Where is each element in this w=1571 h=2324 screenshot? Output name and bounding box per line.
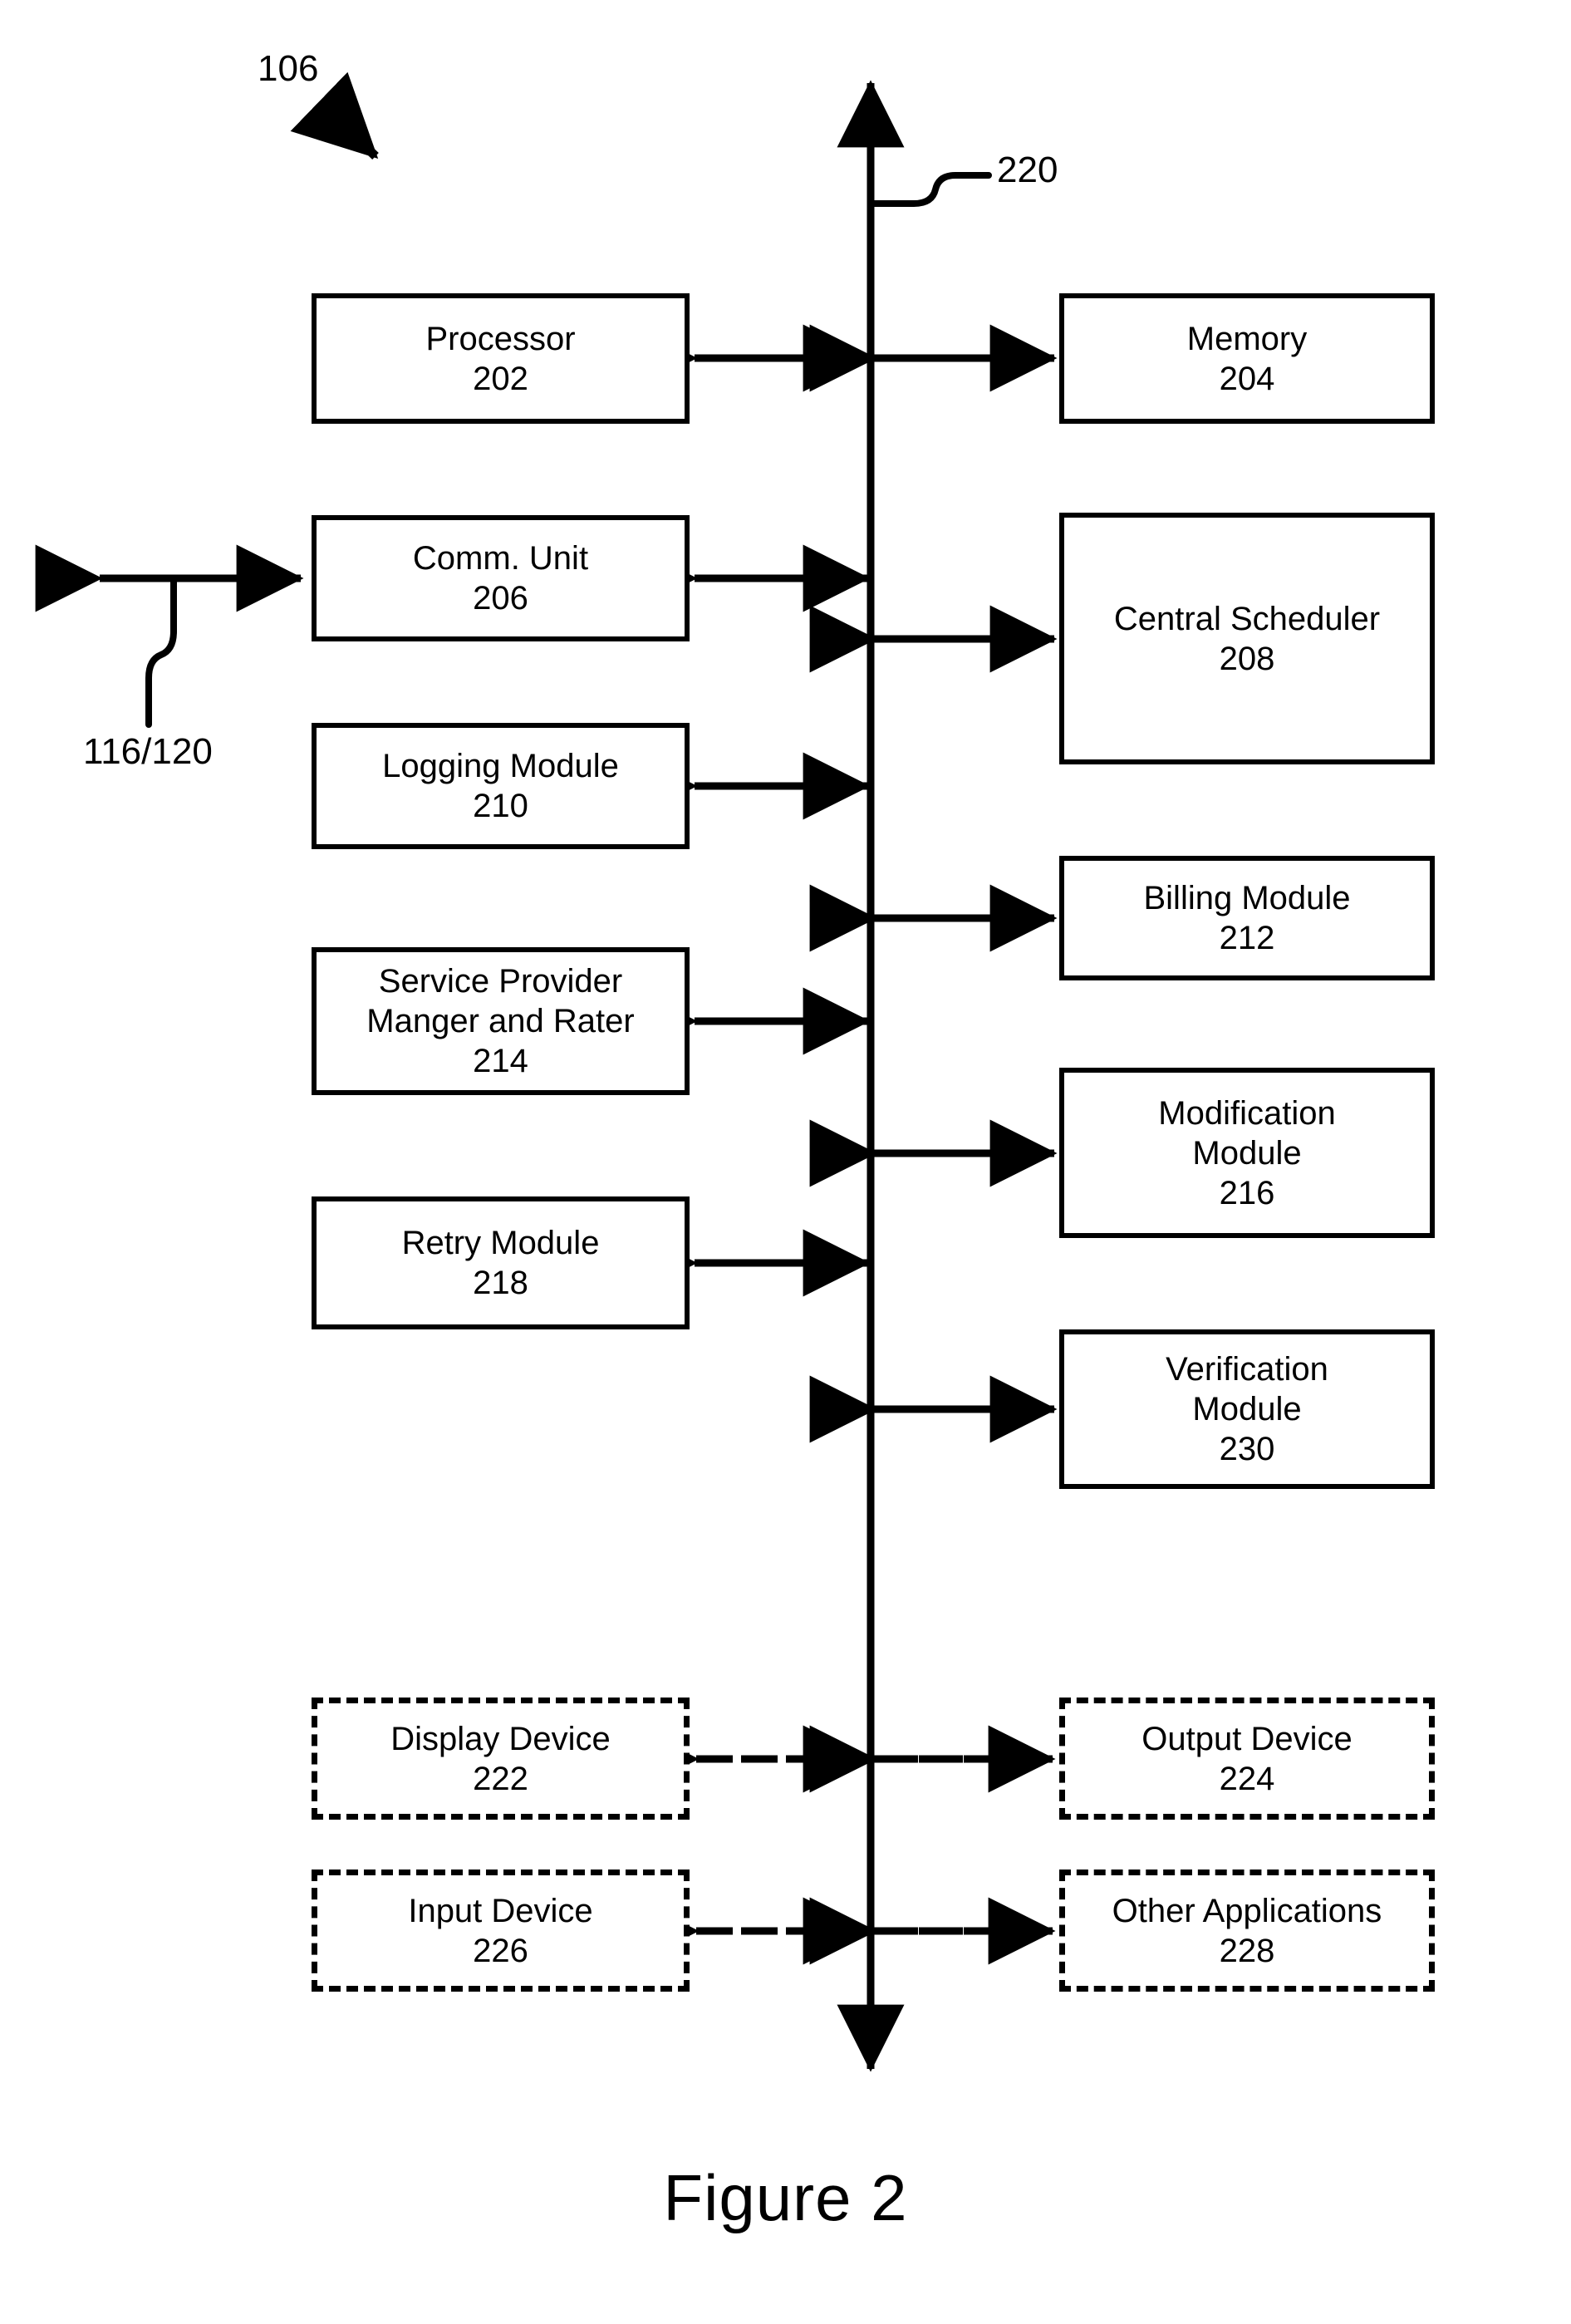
patent-figure-2: 106 220 116/120 Processor 202 Comm. Unit… xyxy=(0,0,1571,2324)
block-display-device[interactable]: Display Device 222 xyxy=(312,1698,690,1820)
block-verification-module-label-line1: Verification xyxy=(1166,1351,1328,1388)
block-comm-unit-label: Comm. Unit xyxy=(412,540,589,577)
block-processor-number: 202 xyxy=(473,360,528,397)
block-billing-module-number: 212 xyxy=(1219,920,1275,956)
system-ref-leader-arrow xyxy=(290,71,379,160)
block-logging-module-number: 210 xyxy=(473,788,528,824)
block-service-provider-number: 214 xyxy=(473,1043,528,1079)
block-output-device-number: 224 xyxy=(1219,1760,1275,1797)
block-output-device[interactable]: Output Device 224 xyxy=(1059,1698,1435,1820)
block-verification-module[interactable]: Verification Module 230 xyxy=(1059,1329,1435,1489)
block-display-device-label: Display Device xyxy=(390,1720,611,1757)
block-modification-module[interactable]: Modification Module 216 xyxy=(1059,1068,1435,1238)
block-output-device-label: Output Device xyxy=(1141,1720,1353,1757)
figure-caption: Figure 2 xyxy=(663,2161,908,2234)
block-display-device-number: 222 xyxy=(473,1760,528,1797)
block-retry-module-label: Retry Module xyxy=(401,1225,600,1261)
block-retry-module[interactable]: Retry Module 218 xyxy=(312,1196,690,1329)
external-interface-reference-label: 116/120 xyxy=(83,731,213,772)
block-other-applications-label: Other Applications xyxy=(1112,1892,1382,1929)
bus-reference-label: 220 xyxy=(997,150,1058,190)
block-retry-module-number: 218 xyxy=(473,1265,528,1301)
block-comm-unit-number: 206 xyxy=(473,580,528,617)
block-processor-label: Processor xyxy=(425,320,576,357)
block-verification-module-number: 230 xyxy=(1219,1431,1275,1467)
block-memory-label: Memory xyxy=(1186,320,1308,357)
block-verification-module-label-line2: Module xyxy=(1192,1391,1302,1427)
block-logging-module[interactable]: Logging Module 210 xyxy=(312,723,690,849)
block-memory-number: 204 xyxy=(1219,360,1275,397)
block-billing-module-label: Billing Module xyxy=(1143,880,1351,916)
block-central-scheduler[interactable]: Central Scheduler 208 xyxy=(1059,513,1435,764)
block-comm-unit[interactable]: Comm. Unit 206 xyxy=(312,515,690,641)
block-input-device-label: Input Device xyxy=(408,1892,593,1929)
block-service-provider-manager-and-rater[interactable]: Service Provider Manger and Rater 214 xyxy=(312,947,690,1095)
block-other-applications[interactable]: Other Applications 228 xyxy=(1059,1870,1435,1992)
block-modification-module-label-line2: Module xyxy=(1192,1134,1302,1172)
block-central-scheduler-number: 208 xyxy=(1219,640,1275,677)
block-input-device-number: 226 xyxy=(473,1932,528,1969)
block-service-provider-label-line1: Service Provider xyxy=(378,963,623,1000)
block-memory[interactable]: Memory 204 xyxy=(1059,293,1435,424)
block-modification-module-label-line1: Modification xyxy=(1158,1094,1336,1132)
block-service-provider-label-line2: Manger and Rater xyxy=(366,1003,635,1039)
block-billing-module[interactable]: Billing Module 212 xyxy=(1059,856,1435,980)
connector-external-comm-unit xyxy=(35,544,304,728)
block-processor[interactable]: Processor 202 xyxy=(312,293,690,424)
block-central-scheduler-label: Central Scheduler xyxy=(1113,600,1381,637)
block-logging-module-label: Logging Module xyxy=(382,748,619,784)
block-other-applications-number: 228 xyxy=(1219,1932,1275,1969)
system-reference-label: 106 xyxy=(258,48,319,89)
bus-ref-leader xyxy=(871,172,992,207)
block-modification-module-number: 216 xyxy=(1219,1174,1275,1211)
block-input-device[interactable]: Input Device 226 xyxy=(312,1870,690,1992)
